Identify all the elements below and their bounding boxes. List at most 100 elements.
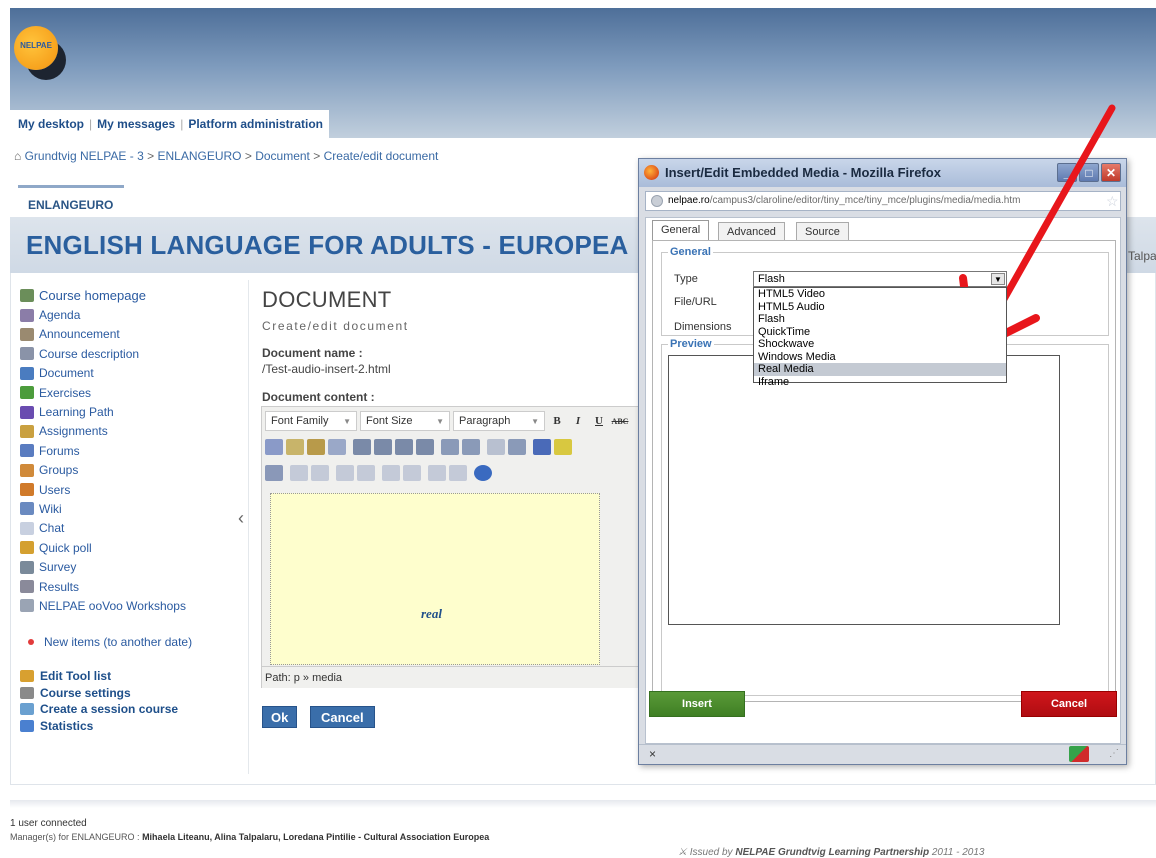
- sidebar-item-survey[interactable]: Survey: [20, 557, 240, 576]
- dialog-status-bar: × ⋰: [639, 744, 1126, 764]
- collapse-sidebar-icon[interactable]: ‹: [238, 508, 244, 529]
- sidebar-item-assignments[interactable]: Assignments: [20, 422, 240, 441]
- sidebar-item-exercises[interactable]: Exercises: [20, 383, 240, 402]
- copy-icon[interactable]: [286, 439, 304, 455]
- checkmark-icon: [20, 386, 34, 400]
- sidebar-item-nelpae-oovoo-workshops[interactable]: NELPAE ooVoo Workshops: [20, 596, 240, 615]
- table-icon[interactable]: [290, 465, 308, 481]
- admin-link-course-settings[interactable]: Course settings: [20, 685, 178, 702]
- type-option[interactable]: Flash: [754, 313, 1006, 326]
- edit-html-icon[interactable]: [265, 465, 283, 481]
- indent-icon[interactable]: [508, 439, 526, 455]
- nav-my-desktop[interactable]: My desktop: [18, 117, 84, 131]
- sidebar-item-quick-poll[interactable]: Quick poll: [20, 538, 240, 557]
- type-option[interactable]: Real Media: [754, 363, 1006, 376]
- breadcrumb-item[interactable]: Create/edit document: [324, 149, 439, 163]
- course-admin-links: Edit Tool list Course settings Create a se…: [20, 668, 178, 734]
- sidebar-item-forums[interactable]: Forums: [20, 441, 240, 460]
- font-size-select[interactable]: Font Size ▼: [360, 411, 450, 431]
- course-tab[interactable]: ENLANGEURO: [18, 185, 124, 215]
- editor-content-area[interactable]: real: [270, 493, 600, 665]
- numbered-list-icon[interactable]: [462, 439, 480, 455]
- type-option[interactable]: HTML5 Video: [754, 288, 1006, 301]
- bullet-list-icon[interactable]: [441, 439, 459, 455]
- dialog-cancel-button[interactable]: Cancel: [1021, 691, 1117, 717]
- align-center-icon[interactable]: [374, 439, 392, 455]
- table-cell-icon[interactable]: [336, 465, 354, 481]
- outdent-icon[interactable]: [487, 439, 505, 455]
- sidebar-item-announcement[interactable]: Announcement: [20, 325, 240, 344]
- underline-button[interactable]: U: [590, 412, 608, 430]
- align-justify-icon[interactable]: [416, 439, 434, 455]
- merge-cells-icon[interactable]: [428, 465, 446, 481]
- highlight-color-icon[interactable]: [554, 439, 572, 455]
- insert-column-icon[interactable]: [403, 465, 421, 481]
- nav-my-messages[interactable]: My messages: [97, 117, 175, 131]
- admin-link-edit-tool-list[interactable]: Edit Tool list: [20, 668, 178, 685]
- type-option[interactable]: QuickTime: [754, 326, 1006, 339]
- sidebar-item-users[interactable]: Users: [20, 480, 240, 499]
- strikethrough-button[interactable]: ABC: [611, 412, 629, 430]
- bold-button[interactable]: B: [548, 412, 566, 430]
- help-icon[interactable]: [474, 465, 492, 481]
- cancel-button[interactable]: Cancel: [310, 706, 375, 728]
- resize-grip-icon[interactable]: ⋰: [1109, 748, 1119, 759]
- sidebar-item-course-description[interactable]: Course description: [20, 344, 240, 363]
- sidebar-item-wiki[interactable]: Wiki: [20, 499, 240, 518]
- description-icon: [20, 347, 34, 361]
- type-option[interactable]: Shockwave: [754, 338, 1006, 351]
- align-left-icon[interactable]: [353, 439, 371, 455]
- paste-icon[interactable]: [307, 439, 325, 455]
- text-color-icon[interactable]: [533, 439, 551, 455]
- delete-row-icon[interactable]: [382, 465, 400, 481]
- editor-path-bar: Path: p » media: [262, 666, 640, 688]
- type-option[interactable]: Iframe: [754, 376, 1006, 389]
- sidebar-item-chat[interactable]: Chat: [20, 519, 240, 538]
- type-select[interactable]: Flash ▼: [753, 271, 1007, 287]
- nav-platform-administration[interactable]: Platform administration: [188, 117, 323, 131]
- sidebar-item-results[interactable]: Results: [20, 577, 240, 596]
- sidebar-item-document[interactable]: Document: [20, 364, 240, 383]
- font-family-select[interactable]: Font Family ▼: [265, 411, 357, 431]
- italic-button[interactable]: I: [569, 412, 587, 430]
- cut-icon[interactable]: [265, 439, 283, 455]
- maximize-button[interactable]: □: [1079, 163, 1099, 182]
- tab-advanced[interactable]: Advanced: [718, 222, 785, 241]
- ok-button[interactable]: Ok: [262, 706, 298, 728]
- footer-divider: [10, 800, 1156, 808]
- insert-button[interactable]: Insert: [649, 691, 745, 717]
- dialog-titlebar[interactable]: Insert/Edit Embedded Media - Mozilla Fir…: [639, 159, 1126, 187]
- tab-source[interactable]: Source: [796, 222, 849, 241]
- breadcrumb-item[interactable]: Grundtvig NELPAE - 3: [25, 149, 144, 163]
- new-items-link[interactable]: New items (to another date): [28, 635, 192, 649]
- align-right-icon[interactable]: [395, 439, 413, 455]
- bar-chart-icon: [20, 719, 34, 732]
- admin-link-statistics[interactable]: Statistics: [20, 718, 178, 735]
- sidebar-item-agenda[interactable]: Agenda: [20, 305, 240, 324]
- admin-link-create-a-session-course[interactable]: Create a session course: [20, 701, 178, 718]
- paragraph-format-select[interactable]: Paragraph ▼: [453, 411, 545, 431]
- poll-icon: [20, 541, 34, 555]
- sidebar-item-learning-path[interactable]: Learning Path: [20, 402, 240, 421]
- paste-word-icon[interactable]: [328, 439, 346, 455]
- table-row-icon[interactable]: [311, 465, 329, 481]
- insert-row-icon[interactable]: [357, 465, 375, 481]
- keepvid-addon-icon[interactable]: [1069, 746, 1089, 762]
- tab-general[interactable]: General: [652, 220, 710, 241]
- chevron-down-icon[interactable]: ▼: [991, 273, 1005, 285]
- type-option[interactable]: HTML5 Audio: [754, 301, 1006, 314]
- chevron-down-icon: ▼: [436, 416, 444, 426]
- close-addon-bar-icon[interactable]: ×: [649, 747, 656, 761]
- new-items-dot-icon: [28, 639, 34, 645]
- url-bar[interactable]: nelpae.ro/campus3/claroline/editor/tiny_…: [645, 191, 1121, 211]
- breadcrumb-item[interactable]: Document: [255, 149, 310, 163]
- close-window-button[interactable]: ✕: [1101, 163, 1121, 182]
- minimize-button[interactable]: _: [1057, 163, 1077, 182]
- sidebar-item-course-homepage[interactable]: Course homepage: [20, 286, 240, 305]
- split-cells-icon[interactable]: [449, 465, 467, 481]
- star-icon[interactable]: ☆: [1106, 193, 1119, 210]
- breadcrumb-item[interactable]: ENLANGEURO: [157, 149, 241, 163]
- nelpae-logo[interactable]: NELPAE: [14, 26, 58, 70]
- sidebar-item-groups[interactable]: Groups: [20, 461, 240, 480]
- type-option[interactable]: Windows Media: [754, 351, 1006, 364]
